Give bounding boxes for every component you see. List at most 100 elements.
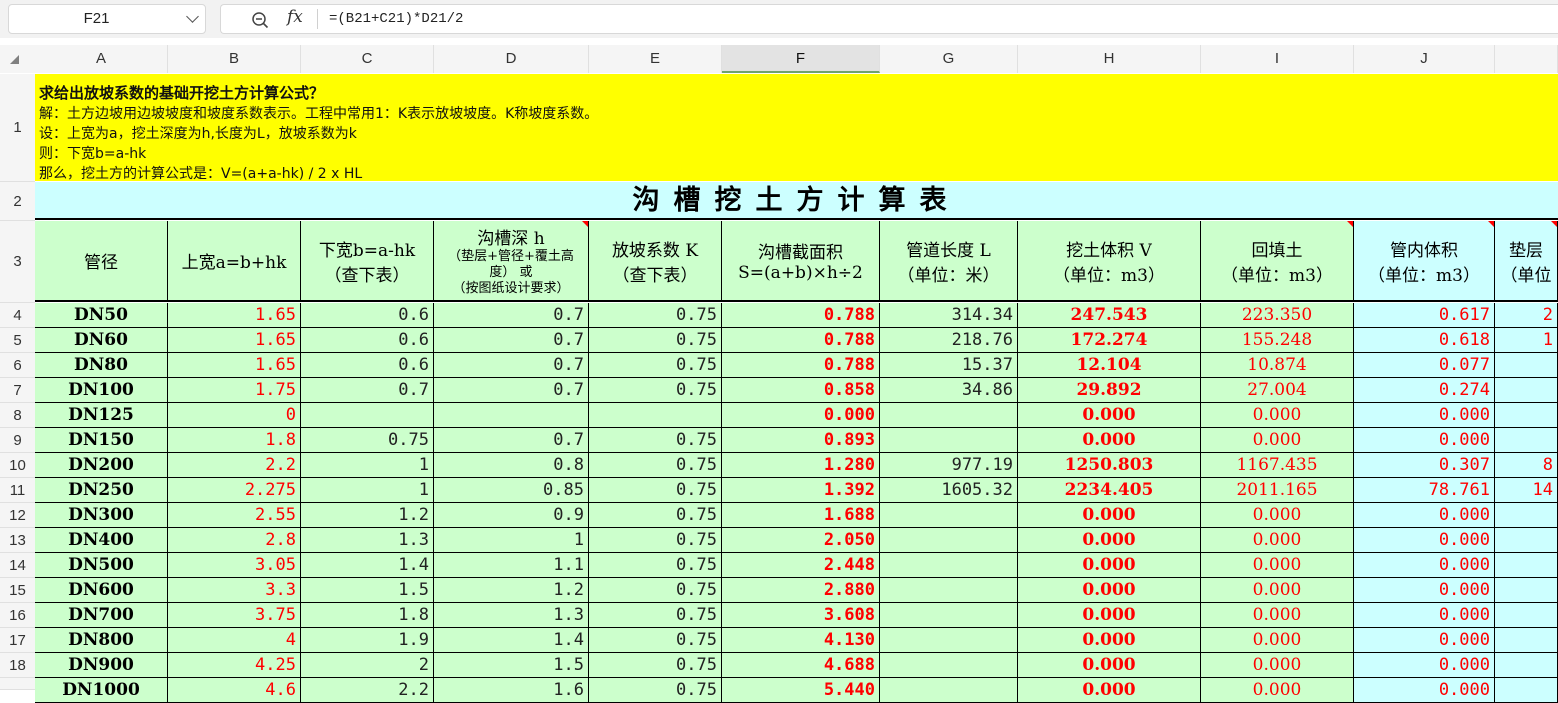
table-cell-a[interactable]: 3.05 bbox=[168, 553, 301, 578]
header-pipe-length[interactable]: 管道长度 L （单位：米） bbox=[880, 221, 1018, 302]
column-header-G[interactable]: G bbox=[880, 45, 1018, 73]
table-cell-l[interactable] bbox=[880, 528, 1018, 553]
table-cell-b[interactable]: 1 bbox=[301, 453, 434, 478]
table-cell-fill[interactable]: 10.874 bbox=[1201, 353, 1354, 378]
table-cell-v[interactable]: 2234.405 bbox=[1018, 478, 1201, 503]
select-all-corner[interactable] bbox=[0, 45, 35, 73]
table-cell-k[interactable]: 0.75 bbox=[589, 653, 722, 678]
table-cell-a[interactable]: 3.3 bbox=[168, 578, 301, 603]
table-cell-a[interactable]: 2.2 bbox=[168, 453, 301, 478]
table-cell-b[interactable]: 1.4 bbox=[301, 553, 434, 578]
table-cell-pipe[interactable]: DN1000 bbox=[35, 678, 168, 703]
table-cell-a[interactable]: 2.8 bbox=[168, 528, 301, 553]
table-cell-pipe[interactable]: DN150 bbox=[35, 428, 168, 453]
formula-bar[interactable]: fx =(B21+C21)*D21/2 bbox=[220, 4, 1558, 34]
table-cell-fill[interactable]: 0.000 bbox=[1201, 528, 1354, 553]
table-cell-a[interactable]: 3.75 bbox=[168, 603, 301, 628]
column-header-I[interactable]: I bbox=[1201, 45, 1354, 73]
table-cell-k[interactable] bbox=[589, 403, 722, 428]
chevron-down-icon[interactable] bbox=[186, 10, 199, 23]
row-header[interactable]: 14 bbox=[0, 553, 35, 578]
table-cell-v[interactable]: 1250.803 bbox=[1018, 453, 1201, 478]
function-fx-icon[interactable]: fx bbox=[287, 7, 303, 27]
table-cell-fill[interactable]: 0.000 bbox=[1201, 653, 1354, 678]
table-cell-s[interactable]: 5.440 bbox=[722, 678, 880, 703]
table-cell-b[interactable] bbox=[301, 403, 434, 428]
table-cell-b[interactable]: 1.2 bbox=[301, 503, 434, 528]
table-cell-s[interactable]: 1.280 bbox=[722, 453, 880, 478]
table-cell-v[interactable]: 247.543 bbox=[1018, 303, 1201, 328]
table-cell-s[interactable]: 0.788 bbox=[722, 328, 880, 353]
column-header-D[interactable]: D bbox=[434, 45, 589, 73]
table-cell-fill[interactable]: 155.248 bbox=[1201, 328, 1354, 353]
table-cell-v[interactable]: 172.274 bbox=[1018, 328, 1201, 353]
table-cell-l[interactable]: 977.19 bbox=[880, 453, 1018, 478]
table-cell-k[interactable]: 0.75 bbox=[589, 553, 722, 578]
table-cell-h[interactable]: 0.7 bbox=[434, 353, 589, 378]
table-cell-pad[interactable] bbox=[1495, 353, 1558, 378]
table-cell-b[interactable]: 0.75 bbox=[301, 428, 434, 453]
table-cell-pipe[interactable]: DN600 bbox=[35, 578, 168, 603]
row-header[interactable]: 5 bbox=[0, 328, 35, 353]
table-cell-l[interactable]: 314.34 bbox=[880, 303, 1018, 328]
table-cell-b[interactable]: 1.9 bbox=[301, 628, 434, 653]
table-cell-pipe[interactable]: DN500 bbox=[35, 553, 168, 578]
table-cell-l[interactable] bbox=[880, 603, 1018, 628]
table-cell-inner[interactable]: 0.077 bbox=[1354, 353, 1495, 378]
row-header[interactable]: 1 bbox=[0, 74, 35, 182]
table-cell-a[interactable]: 1.65 bbox=[168, 303, 301, 328]
row-header[interactable] bbox=[0, 678, 35, 690]
table-cell-inner[interactable]: 78.761 bbox=[1354, 478, 1495, 503]
table-cell-pipe[interactable]: DN400 bbox=[35, 528, 168, 553]
table-cell-pad[interactable] bbox=[1495, 528, 1558, 553]
table-cell-v[interactable]: 12.104 bbox=[1018, 353, 1201, 378]
header-trench-depth[interactable]: 沟槽深 h （垫层+管径+覆土高 度） 或（按图纸设计要求） bbox=[434, 221, 589, 302]
table-cell-h[interactable]: 0.9 bbox=[434, 503, 589, 528]
table-cell-l[interactable] bbox=[880, 628, 1018, 653]
table-cell-h[interactable]: 1 bbox=[434, 528, 589, 553]
table-cell-h[interactable]: 0.85 bbox=[434, 478, 589, 503]
header-pipe-size[interactable]: 管径 bbox=[35, 221, 168, 302]
table-cell-h[interactable]: 1.2 bbox=[434, 578, 589, 603]
header-pipe-inner-volume[interactable]: 管内体积 （单位：m3） bbox=[1354, 221, 1495, 302]
name-box-value[interactable]: F21 bbox=[9, 5, 184, 33]
table-cell-h[interactable]: 0.7 bbox=[434, 328, 589, 353]
table-cell-l[interactable] bbox=[880, 503, 1018, 528]
table-cell-pipe[interactable]: DN60 bbox=[35, 328, 168, 353]
table-cell-h[interactable]: 0.8 bbox=[434, 453, 589, 478]
table-cell-h[interactable]: 1.1 bbox=[434, 553, 589, 578]
table-cell-fill[interactable]: 0.000 bbox=[1201, 428, 1354, 453]
table-cell-pad[interactable] bbox=[1495, 628, 1558, 653]
row-header[interactable]: 4 bbox=[0, 303, 35, 328]
table-cell-s[interactable]: 0.000 bbox=[722, 403, 880, 428]
table-cell-fill[interactable]: 0.000 bbox=[1201, 503, 1354, 528]
name-box[interactable]: F21 bbox=[8, 4, 206, 34]
table-cell-a[interactable]: 4.25 bbox=[168, 653, 301, 678]
row-header[interactable]: 16 bbox=[0, 603, 35, 628]
table-cell-a[interactable]: 1.75 bbox=[168, 378, 301, 403]
table-cell-h[interactable]: 1.3 bbox=[434, 603, 589, 628]
table-cell-h[interactable]: 0.7 bbox=[434, 428, 589, 453]
header-bedding[interactable]: 垫层 （单位 bbox=[1495, 221, 1558, 302]
table-cell-a[interactable]: 2.275 bbox=[168, 478, 301, 503]
table-cell-a[interactable]: 4 bbox=[168, 628, 301, 653]
table-cell-v[interactable]: 0.000 bbox=[1018, 428, 1201, 453]
table-cell-k[interactable]: 0.75 bbox=[589, 528, 722, 553]
table-cell-inner[interactable]: 0.307 bbox=[1354, 453, 1495, 478]
table-cell-pad[interactable] bbox=[1495, 578, 1558, 603]
column-header-E[interactable]: E bbox=[589, 45, 722, 73]
table-cell-b[interactable]: 1.5 bbox=[301, 578, 434, 603]
table-cell-b[interactable]: 0.6 bbox=[301, 303, 434, 328]
table-cell-h[interactable]: 1.6 bbox=[434, 678, 589, 703]
table-cell-s[interactable]: 4.130 bbox=[722, 628, 880, 653]
table-cell-b[interactable]: 1.3 bbox=[301, 528, 434, 553]
comment-indicator-icon[interactable] bbox=[582, 221, 588, 227]
table-cell-a[interactable]: 1.65 bbox=[168, 328, 301, 353]
table-cell-a[interactable]: 1.65 bbox=[168, 353, 301, 378]
table-cell-l[interactable] bbox=[880, 578, 1018, 603]
table-cell-pad[interactable]: 2 bbox=[1495, 303, 1558, 328]
row-header[interactable]: 7 bbox=[0, 378, 35, 403]
table-cell-a[interactable]: 1.8 bbox=[168, 428, 301, 453]
table-cell-b[interactable]: 0.6 bbox=[301, 328, 434, 353]
comment-indicator-icon[interactable] bbox=[1347, 221, 1353, 227]
